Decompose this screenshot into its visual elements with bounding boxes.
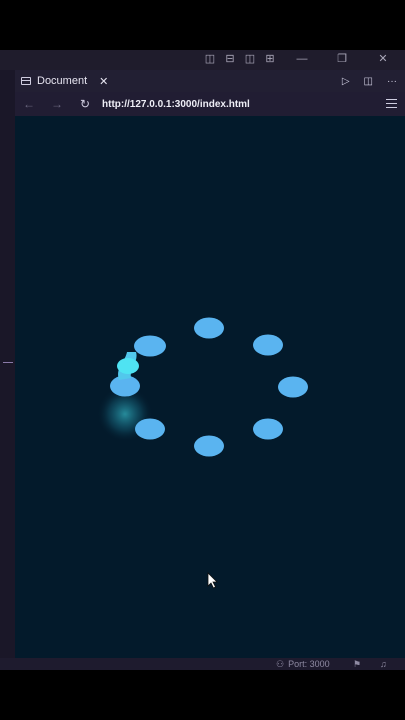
tab-title: Document [37,75,88,87]
split-editor-icon[interactable]: ◫ [364,76,373,87]
customize-layout-icon[interactable]: ⊞ [264,54,276,65]
loader-dot-right [278,376,308,398]
accounts-icon[interactable]: ⚑ [353,658,361,670]
activity-bar [0,70,16,658]
loader-dot-top-right [253,334,283,356]
loader-dot-bottom [194,435,224,457]
address-bar[interactable]: http://127.0.0.1:3000/index.html [102,99,250,110]
forward-icon[interactable]: → [46,97,68,111]
mouse-cursor-icon [207,572,218,589]
run-icon[interactable]: ▷ [342,76,350,87]
title-bar: ◫ ⊟ ◫ ⊞ — ❐ ✕ [0,50,405,70]
tab-actions: ▷ ◫ ··· [342,70,397,92]
toggle-panel-icon[interactable]: ⊟ [224,54,236,65]
tab-close-icon[interactable]: ✕ [99,75,108,88]
browser-nav-bar: ← → ↻ http://127.0.0.1:3000/index.html [15,92,405,116]
minimize-icon[interactable]: — [296,54,308,65]
more-actions-icon[interactable]: ··· [387,76,397,87]
notifications-bell-icon[interactable]: ♫ [380,658,387,670]
loader-dot-top [194,317,224,339]
toggle-secondary-sidebar-icon[interactable]: ◫ [244,54,256,65]
toggle-primary-sidebar-icon[interactable]: ◫ [204,54,216,65]
tab-bar: Document ✕ ▷ ◫ ··· [15,70,405,92]
editor-window: ◫ ⊟ ◫ ⊞ — ❐ ✕ Document ✕ ▷ ◫ ··· ← → ↻ h… [0,50,405,670]
back-icon[interactable]: ← [18,97,40,111]
hamburger-menu-icon[interactable] [386,99,397,108]
page-viewport [15,116,405,658]
loader-dot-top-left [134,335,166,357]
port-status[interactable]: ⚇ Port: 3000 [276,658,330,670]
loader-dot-bottom-right [253,418,283,440]
browser-preview-icon [21,77,31,85]
loader-dot-active [117,358,139,374]
broadcast-icon: ⚇ [276,659,285,669]
reload-icon[interactable]: ↻ [74,97,96,111]
status-bar: ⚇ Port: 3000 ⚑ ♫ [0,658,405,670]
close-window-icon[interactable]: ✕ [377,54,389,65]
tab-document[interactable]: Document ✕ [21,70,108,92]
port-label: Port: 3000 [288,659,330,669]
activity-bar-indicator [3,362,13,363]
loader-dot-bottom-left [135,418,165,440]
restore-icon[interactable]: ❐ [336,54,348,65]
